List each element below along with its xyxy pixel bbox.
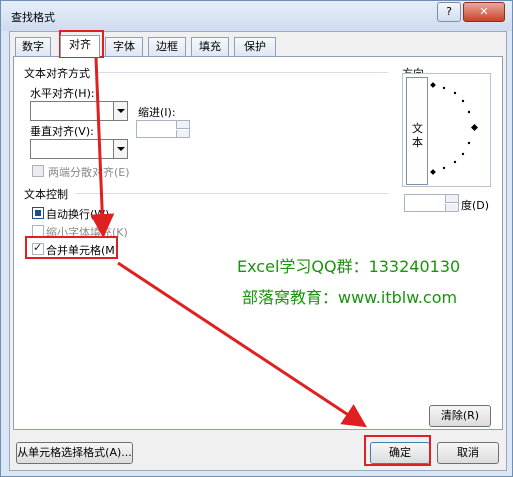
close-button[interactable]: ✕ bbox=[463, 2, 505, 22]
highlight-box-ok-button bbox=[364, 435, 431, 466]
help-button[interactable]: ? bbox=[437, 2, 461, 22]
spin-down-icon[interactable] bbox=[445, 204, 458, 211]
spin-up-icon[interactable] bbox=[445, 195, 458, 203]
chevron-down-icon[interactable] bbox=[113, 140, 127, 158]
tab-border[interactable]: 边框 bbox=[148, 37, 186, 56]
tab-protection[interactable]: 保护 bbox=[234, 37, 276, 56]
tab-fill[interactable]: 填充 bbox=[191, 37, 229, 56]
vertical-text-toggle[interactable]: 文 本 bbox=[406, 77, 428, 185]
vertical-align-label: 垂直对齐(V): bbox=[30, 125, 94, 138]
cancel-button[interactable]: 取消 bbox=[437, 442, 499, 464]
annotation-website: 部落窝教育：www.itblw.com bbox=[242, 288, 458, 307]
choose-format-from-cell-button[interactable]: 从单元格选择格式(A)... bbox=[16, 442, 133, 464]
horizontal-align-select[interactable] bbox=[30, 101, 128, 121]
group-divider bbox=[98, 72, 388, 73]
degree-label: 度(D) bbox=[461, 199, 490, 212]
tab-number[interactable]: 数字 bbox=[15, 37, 51, 56]
justify-distributed-label: 两端分散对齐(E) bbox=[48, 166, 130, 179]
tab-font[interactable]: 字体 bbox=[105, 37, 143, 56]
wrap-text-checkbox[interactable] bbox=[32, 207, 44, 219]
title-bar: 查找格式 ? ✕ bbox=[1, 1, 512, 31]
justify-distributed-checkbox[interactable] bbox=[32, 165, 44, 177]
indent-label: 缩进(I): bbox=[138, 106, 176, 119]
spin-up-icon[interactable] bbox=[176, 121, 189, 129]
annotation-qq-group: Excel学习QQ群：133240130 bbox=[237, 257, 461, 276]
tab-alignment[interactable]: 对齐 bbox=[60, 35, 100, 57]
horizontal-align-label: 水平对齐(H): bbox=[30, 87, 95, 100]
wrap-text-label: 自动换行(W) bbox=[46, 208, 110, 221]
spin-down-icon[interactable] bbox=[176, 130, 189, 137]
dialog-title: 查找格式 bbox=[11, 11, 55, 24]
clear-button[interactable]: 清除(R) bbox=[429, 405, 491, 427]
text-control-group-label: 文本控制 bbox=[24, 188, 68, 201]
orientation-dial-icon[interactable] bbox=[429, 76, 489, 184]
vertical-align-select[interactable] bbox=[30, 139, 128, 159]
chevron-down-icon[interactable] bbox=[113, 102, 127, 120]
orientation-control[interactable]: 文 本 bbox=[402, 73, 491, 187]
degree-stepper[interactable] bbox=[404, 194, 459, 212]
vertical-text-char: 本 bbox=[412, 136, 423, 149]
text-alignment-group-label: 文本对齐方式 bbox=[24, 67, 90, 80]
indent-stepper[interactable] bbox=[136, 120, 190, 138]
group-divider bbox=[76, 193, 388, 194]
highlight-box-merge-cells bbox=[25, 236, 118, 259]
